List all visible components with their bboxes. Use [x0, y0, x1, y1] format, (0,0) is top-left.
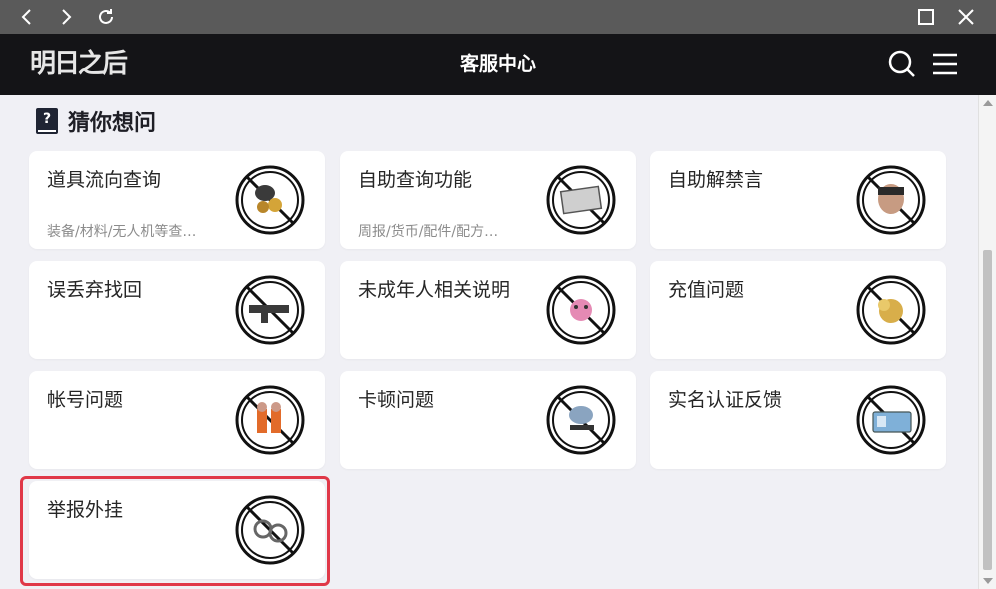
faq-card[interactable]: 自助查询功能周报/货币/配件/配方…: [340, 151, 636, 249]
orange-team-characters-icon: [235, 385, 305, 455]
close-icon[interactable]: [954, 0, 978, 34]
faq-card-title: 卡顿问题: [358, 389, 435, 411]
faq-card-subtitle: 装备/材料/无人机等查…: [47, 224, 197, 240]
refresh-icon[interactable]: [94, 0, 118, 34]
app-header: 明日之后 客服中心: [0, 34, 996, 95]
menu-icon[interactable]: [930, 49, 960, 79]
gold-treasure-icon: [856, 275, 926, 345]
machine-gun-icon: [235, 275, 305, 345]
faq-card[interactable]: 误丢弃找回: [29, 261, 325, 359]
faq-card[interactable]: 举报外挂: [29, 481, 325, 579]
pink-plush-toy-icon: [546, 275, 616, 345]
maximize-icon[interactable]: [914, 0, 938, 34]
main-content: ? 猜你想问 道具流向查询 装备/材料/无人机等查… 自助查询功能 周报/货币/配件/…: [0, 95, 978, 589]
faq-card[interactable]: 未成年人相关说明: [340, 261, 636, 359]
section-title: 猜你想问: [68, 111, 157, 136]
scrollbar[interactable]: [978, 95, 996, 589]
faq-card-title: 误丢弃找回: [47, 279, 143, 301]
page-title: 客服中心: [459, 53, 536, 75]
faq-card-title: 自助解禁言: [668, 169, 764, 191]
document-scroll-icon: [546, 165, 616, 235]
faq-card[interactable]: 帐号问题: [29, 371, 325, 469]
faq-card-subtitle: 周报/货币/配件/配方…: [358, 224, 499, 240]
faq-card[interactable]: 道具流向查询装备/材料/无人机等查…: [29, 151, 325, 249]
faq-card[interactable]: 自助解禁言: [650, 151, 946, 249]
masked-character-icon: [856, 165, 926, 235]
handcuffs-icon: [235, 495, 305, 565]
helmet-gold-item-icon: [235, 165, 305, 235]
faq-card[interactable]: 卡顿问题: [340, 371, 636, 469]
faq-card[interactable]: 实名认证反馈: [650, 371, 946, 469]
satellite-dish-icon: [546, 385, 616, 455]
faq-card-title: 充值问题: [668, 279, 745, 301]
scroll-down-arrow-icon[interactable]: [983, 578, 993, 584]
faq-card-title: 自助查询功能: [358, 169, 473, 191]
faq-card-title: 举报外挂: [47, 499, 124, 521]
question-book-icon: ?: [36, 108, 58, 134]
scroll-up-arrow-icon[interactable]: [983, 100, 993, 106]
faq-card[interactable]: 充值问题: [650, 261, 946, 359]
scrollbar-thumb[interactable]: [983, 250, 992, 570]
section-header: ? 猜你想问: [36, 106, 156, 136]
faq-card-title: 未成年人相关说明: [358, 279, 511, 301]
window-titlebar: [0, 0, 996, 34]
id-card-icon: [856, 385, 926, 455]
search-icon[interactable]: [887, 49, 917, 79]
faq-card-title: 帐号问题: [47, 389, 124, 411]
faq-card-title: 实名认证反馈: [668, 389, 783, 411]
game-logo[interactable]: 明日之后: [30, 46, 128, 82]
back-icon[interactable]: [15, 0, 39, 34]
faq-card-title: 道具流向查询: [47, 169, 162, 191]
forward-icon[interactable]: [54, 0, 78, 34]
